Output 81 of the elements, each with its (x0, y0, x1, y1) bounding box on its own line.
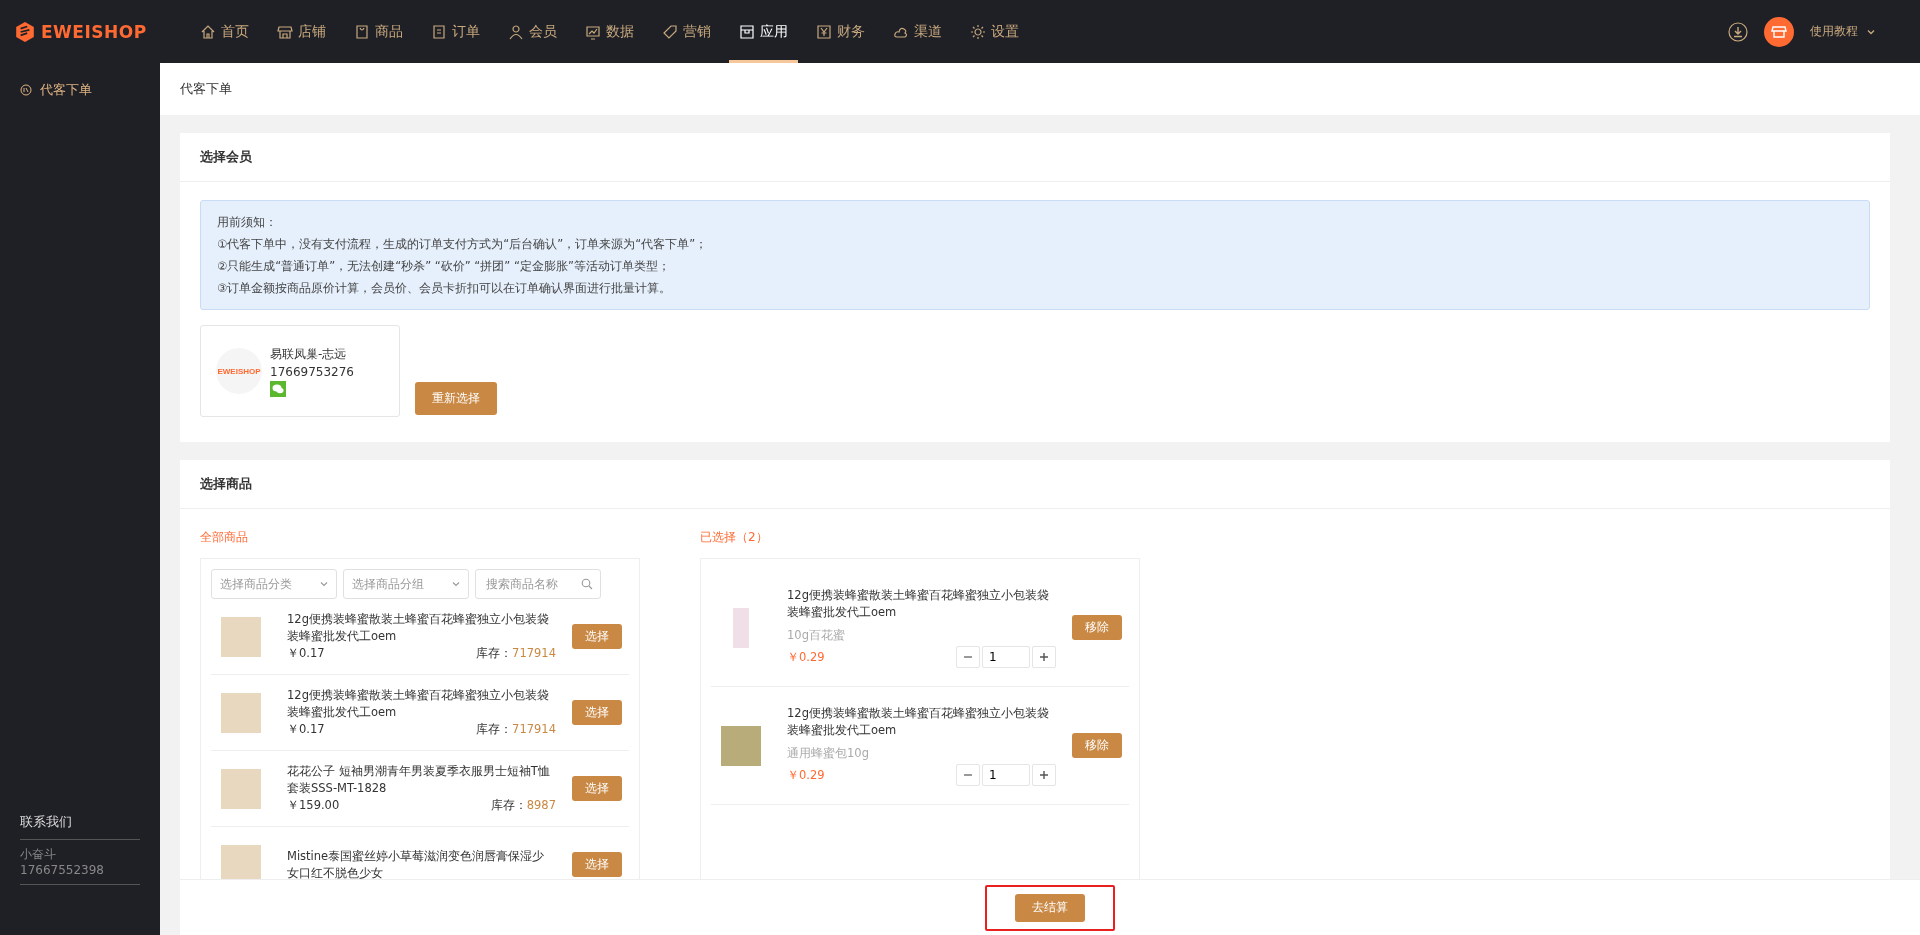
nav-tab[interactable]: 订单 (421, 0, 490, 63)
product-photo (221, 616, 261, 657)
quantity-field[interactable]: 1 (982, 764, 1030, 786)
product-price: ￥0.17 (287, 721, 325, 738)
person-icon (508, 23, 524, 40)
store-avatar-icon[interactable] (1764, 16, 1794, 47)
plus-icon (1039, 652, 1049, 662)
product-photo (733, 607, 749, 648)
home-icon (200, 23, 216, 40)
nav-tab[interactable]: 数据 (575, 0, 644, 63)
nav-tab[interactable]: 营销 (652, 0, 721, 63)
search-field[interactable]: 搜索商品名称 (475, 569, 601, 599)
dropdown-field[interactable]: 选择商品分类 (211, 569, 337, 599)
store-icon (277, 23, 293, 40)
increase-button[interactable] (1032, 764, 1056, 786)
contact-phone: 17667552398 (20, 862, 105, 878)
chart-icon (585, 23, 601, 40)
avatar-logo-text: EWEISHOP (217, 366, 261, 376)
stock-count: 717914 (512, 722, 556, 736)
decrease-button[interactable] (956, 646, 980, 668)
nav-tab[interactable]: 首页 (190, 0, 259, 63)
contact-title: 联系我们 (20, 813, 140, 840)
sidebar-item[interactable]: 代客下单 (0, 79, 160, 101)
stock-count: 8987 (526, 798, 556, 812)
selected-count-label: 已选择（2） (700, 529, 769, 546)
product-spec: 通用蜂蜜包10g (787, 745, 870, 762)
nav-tab[interactable]: 设置 (960, 0, 1029, 63)
product-spec: 10g百花蜜 (787, 627, 846, 644)
dropdown-field[interactable]: 选择商品分组 (343, 569, 469, 599)
chevron-down-icon (451, 579, 461, 589)
nav-tab[interactable]: 渠道 (883, 0, 952, 63)
product-price: ￥0.29 (787, 766, 825, 784)
nav-tab[interactable]: 店铺 (267, 0, 336, 63)
download-icon[interactable] (1728, 21, 1748, 42)
stock-count: 717914 (512, 646, 556, 660)
nav-tab[interactable]: 商品 (344, 0, 413, 63)
product-photo (721, 725, 761, 766)
section-title: 选择会员 (200, 148, 252, 166)
search-icon (581, 578, 593, 590)
all-goods-label: 全部商品 (200, 529, 249, 546)
tag-icon (662, 23, 678, 40)
brand-name: EWEISHOP (41, 21, 147, 42)
help-menu[interactable]: 使用教程 (1810, 23, 1876, 40)
notice-line: ①代客下单中，没有支付流程，生成的订单支付方式为“后台确认”，订单来源为“代客下单”； (217, 236, 709, 253)
chevron-down-icon (319, 579, 329, 589)
product-name: 花花公子 短袖男潮青年男装夏季衣服男士短袖T恤套装SSS-MT-1828 (287, 763, 551, 797)
product-name: 12g便携装蜂蜜散装土蜂蜜百花蜂蜜独立小包装袋装蜂蜜批发代工oem (287, 611, 550, 645)
gear-icon (970, 23, 986, 40)
yen-icon (816, 23, 832, 40)
notice-line: 用前须知： (217, 214, 278, 231)
member-phone: 17669753276 (270, 364, 354, 379)
product-name: Mistine泰国蜜丝婷小草莓滋润变色润唇膏保湿少女口红不脱色少女 (287, 847, 546, 882)
nav-tab[interactable]: 会员 (498, 0, 567, 63)
contact-name: 小奋斗 (20, 846, 57, 862)
page-title: 代客下单 (180, 80, 232, 98)
stock-label: 库存： (476, 646, 513, 660)
product-price: ￥0.29 (787, 648, 825, 666)
box-icon (739, 23, 755, 40)
bag-icon (354, 23, 370, 40)
quantity-field[interactable]: 1 (982, 646, 1030, 668)
product-photo (221, 692, 261, 733)
product-name: 12g便携装蜂蜜散装土蜂蜜百花蜂蜜独立小包装袋装蜂蜜批发代工oem (287, 687, 550, 721)
logo-icon (14, 20, 36, 43)
plus-icon (1039, 770, 1049, 780)
stock-label: 库存： (490, 798, 527, 812)
section-title: 选择商品 (200, 475, 252, 493)
product-price: ￥159.00 (287, 797, 340, 814)
product-photo (221, 768, 261, 809)
member-name: 易联凤巢-志远 (270, 345, 348, 363)
notice-line: ③订单金额按商品原价计算，会员价、会员卡折扣可以在订单确认界面进行批量计算。 (217, 280, 673, 297)
circle-mark-icon (20, 84, 32, 96)
product-name: 12g便携装蜂蜜散装土蜂蜜百花蜂蜜独立小包装袋装蜂蜜批发代工oem (787, 705, 1050, 739)
product-name: 12g便携装蜂蜜散装土蜂蜜百花蜂蜜独立小包装袋装蜂蜜批发代工oem (787, 587, 1050, 621)
nav-tab[interactable]: 财务 (806, 0, 875, 63)
wechat-icon (270, 380, 286, 397)
increase-button[interactable] (1032, 646, 1056, 668)
product-price: ￥0.17 (287, 645, 325, 662)
decrease-button[interactable] (956, 764, 980, 786)
notice-line: ②只能生成“普通订单”，无法创建“秒杀” “砍价” “拼团” “定金膨胀”等活动订单类型； (217, 258, 671, 275)
document-icon (431, 23, 447, 40)
stock-label: 库存： (476, 722, 513, 736)
